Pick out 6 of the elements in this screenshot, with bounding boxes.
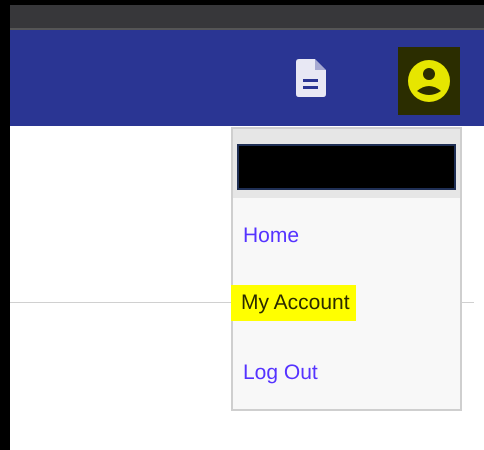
menu-link[interactable]: Log Out: [233, 355, 318, 391]
user-icon: [407, 59, 451, 103]
account-button[interactable]: [398, 47, 460, 115]
menu-link[interactable]: My Account: [231, 285, 356, 321]
document-icon[interactable]: [296, 59, 326, 97]
menu-link[interactable]: Home: [233, 218, 300, 254]
